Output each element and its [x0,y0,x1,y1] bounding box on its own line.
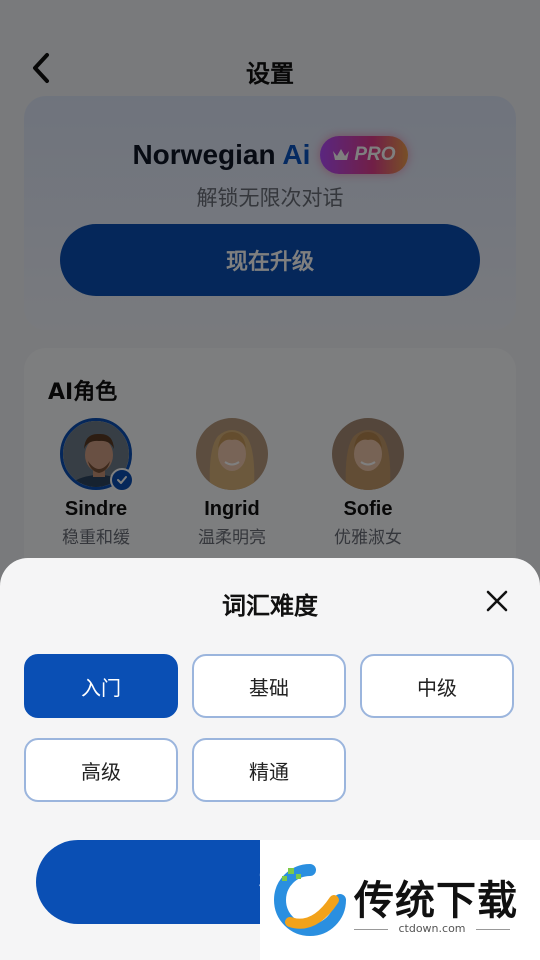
ctdown-logo-icon [274,864,346,936]
close-button[interactable] [480,584,514,618]
option-advanced[interactable]: 高级 [24,738,178,802]
option-beginner[interactable]: 入门 [24,654,178,718]
watermark: 传统下载 ctdown.com [260,840,540,960]
watermark-name: 传统下载 [354,878,518,924]
close-icon [486,590,508,612]
option-intermediate[interactable]: 中级 [360,654,514,718]
sheet-title: 词汇难度 [222,592,318,620]
watermark-domain: ctdown.com [354,922,510,935]
option-proficient[interactable]: 精通 [192,738,346,802]
option-basic[interactable]: 基础 [192,654,346,718]
